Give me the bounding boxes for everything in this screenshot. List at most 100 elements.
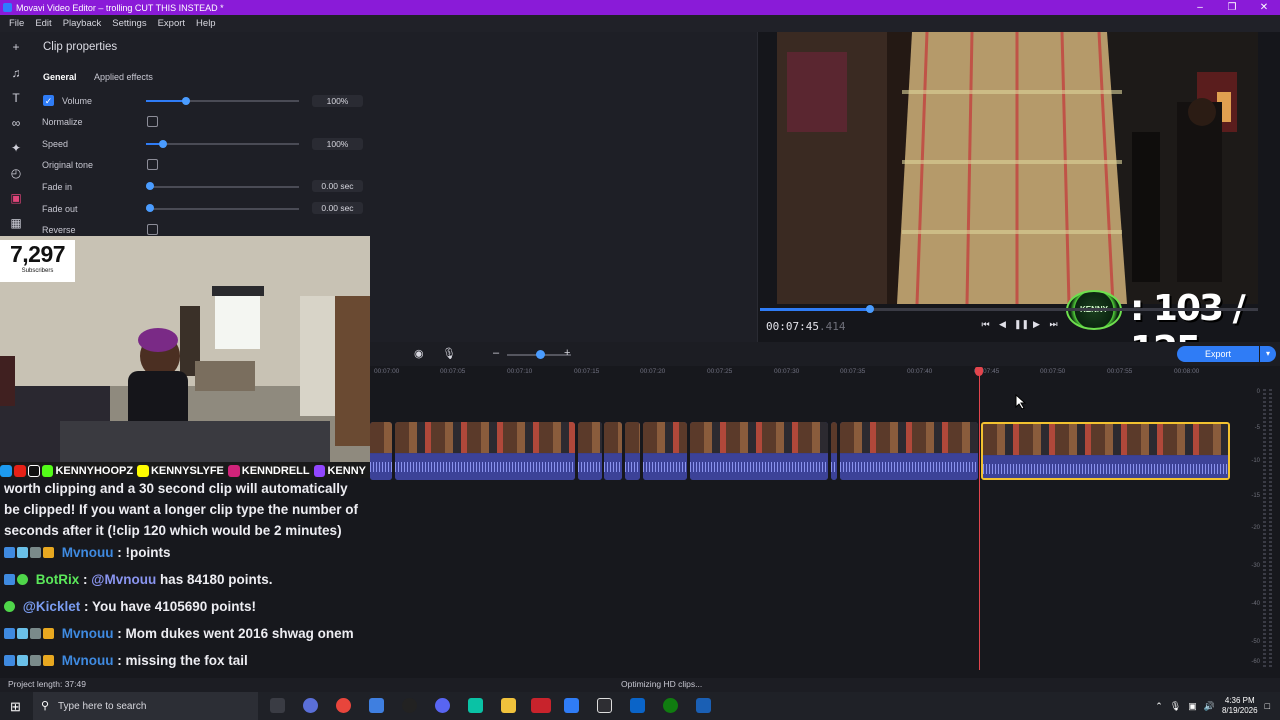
volume-checkbox[interactable]: ✓ [43,95,54,106]
original-tone-checkbox[interactable] [147,159,158,170]
badge-icon [17,655,28,666]
network-icon[interactable]: ▣ [1188,701,1197,712]
menu-export[interactable]: Export [158,18,185,29]
titles-icon[interactable]: T [8,90,24,106]
movavi-icon[interactable] [564,698,579,713]
twitch-icon [313,464,326,477]
pause-icon[interactable]: ❚❚ [1014,319,1029,330]
notifications-icon[interactable]: □ [1265,701,1270,711]
menu-help[interactable]: Help [196,18,216,29]
app-icon-blue[interactable] [696,698,711,713]
clip-properties-icon[interactable]: ▣ [8,190,24,206]
speed-icon[interactable]: ◴ [8,165,24,181]
timeline-clip-selected[interactable] [981,422,1230,480]
panel-title: Clip properties [43,41,118,53]
tab-applied-effects[interactable]: Applied effects [94,72,153,82]
timeline-clip[interactable] [643,422,687,480]
obs-icon[interactable] [402,698,417,713]
windows-start-icon[interactable]: ⊞ [10,699,21,715]
fade-in-label: Fade in [42,182,73,192]
menu-edit[interactable]: Edit [35,18,51,29]
clip-thumbnails [578,422,602,453]
timeline-clip[interactable] [840,422,978,480]
timeline-clip[interactable] [395,422,575,480]
fade-in-value[interactable]: 0.00 sec [312,180,363,192]
fade-in-slider-knob[interactable] [146,182,154,190]
reverse-checkbox[interactable] [147,224,158,235]
discord-icon[interactable] [435,698,450,713]
file-explorer-icon[interactable] [501,698,516,713]
speed-value[interactable]: 100% [312,138,363,150]
volume-icon[interactable]: 🔊 [1204,701,1215,712]
tab-general[interactable]: General [43,72,77,82]
zoom-out-icon[interactable]: – [493,347,499,359]
xbox-icon[interactable] [663,698,678,713]
chevron-up-icon[interactable]: ⌃ [1155,701,1163,712]
volume-slider-knob[interactable] [182,97,190,105]
menu-file[interactable]: File [9,18,24,29]
zoom-slider-knob[interactable] [536,350,545,359]
fade-out-slider-knob[interactable] [146,204,154,212]
timeline-clip[interactable] [831,422,837,480]
clock[interactable]: 4:36 PM 8/19/2026 [1222,696,1258,716]
music-icon[interactable]: ♫ [8,65,24,81]
skip-start-icon[interactable]: ⏮ [980,319,991,330]
project-length: Project length: 37:49 [8,679,86,689]
clip-waveform [840,454,978,480]
skip-end-icon[interactable]: ⏭ [1048,319,1059,330]
volume-value[interactable]: 100% [312,95,363,107]
minimize-icon[interactable]: – [1184,0,1216,15]
timeline-clip[interactable] [625,422,640,480]
chat-text: : You have 4105690 points! [83,599,257,614]
more-tools-icon[interactable]: ▦ [8,215,24,231]
microphone-icon[interactable]: 🎙 [442,347,456,360]
chat-username: BotRix [35,572,80,587]
effects-icon[interactable]: ✦ [8,140,24,156]
capcut-icon[interactable] [597,698,612,713]
clip-waveform [370,454,392,480]
timeline-clip[interactable] [578,422,602,480]
add-icon[interactable]: + [8,39,24,55]
fade-out-value[interactable]: 0.00 sec [312,202,363,214]
video-preview[interactable] [777,32,1258,304]
speed-slider-knob[interactable] [159,140,167,148]
playback-progress-knob[interactable] [866,305,874,313]
timeline-clip[interactable] [370,422,392,480]
taskbar-search[interactable]: ⚲ Type here to search [33,692,258,720]
menu-playback[interactable]: Playback [63,18,102,29]
restore-icon[interactable]: ❐ [1216,0,1248,15]
video-editor-icon[interactable] [531,698,551,713]
outlook-icon[interactable] [630,698,645,713]
clip-thumbnails [370,422,392,453]
menu-settings[interactable]: Settings [112,18,146,29]
meter-label: -5 [1254,425,1260,431]
app-icon-teal[interactable] [468,698,483,713]
clip-thumbnails [840,422,978,453]
chrome-icon[interactable] [336,698,351,713]
export-button[interactable]: Export [1177,346,1259,362]
meter-label: -15 [1251,493,1260,499]
zoom-in-icon[interactable]: + [564,347,570,359]
task-view-icon[interactable] [270,698,285,713]
copilot-icon[interactable] [303,698,318,713]
timeline-ruler[interactable]: 00:07:00 00:07:05 00:07:10 00:07:15 00:0… [370,366,1230,380]
ruler-tick: 00:07:40 [907,368,933,375]
microphone-tray-icon[interactable]: 🎙 [1170,701,1181,712]
record-icon[interactable]: ◉ [414,347,424,360]
fade-out-slider[interactable] [146,208,299,210]
speed-slider[interactable] [146,143,299,145]
export-dropdown-icon[interactable]: ▾ [1260,346,1276,362]
fade-in-slider[interactable] [146,186,299,188]
playback-progress[interactable] [760,305,1258,313]
step-forward-icon[interactable]: ▶ [1031,319,1042,330]
volume-slider-fill [146,100,186,102]
step-back-icon[interactable]: ◀ [997,319,1008,330]
timeline-clip[interactable] [690,422,828,480]
timeline-clip[interactable] [604,422,622,480]
normalize-checkbox[interactable] [147,116,158,127]
playhead[interactable] [979,370,980,670]
store-icon[interactable] [369,698,384,713]
clip-thumbnails [690,422,828,453]
transitions-icon[interactable]: ∞ [8,115,24,131]
close-icon[interactable]: ✕ [1248,0,1280,15]
